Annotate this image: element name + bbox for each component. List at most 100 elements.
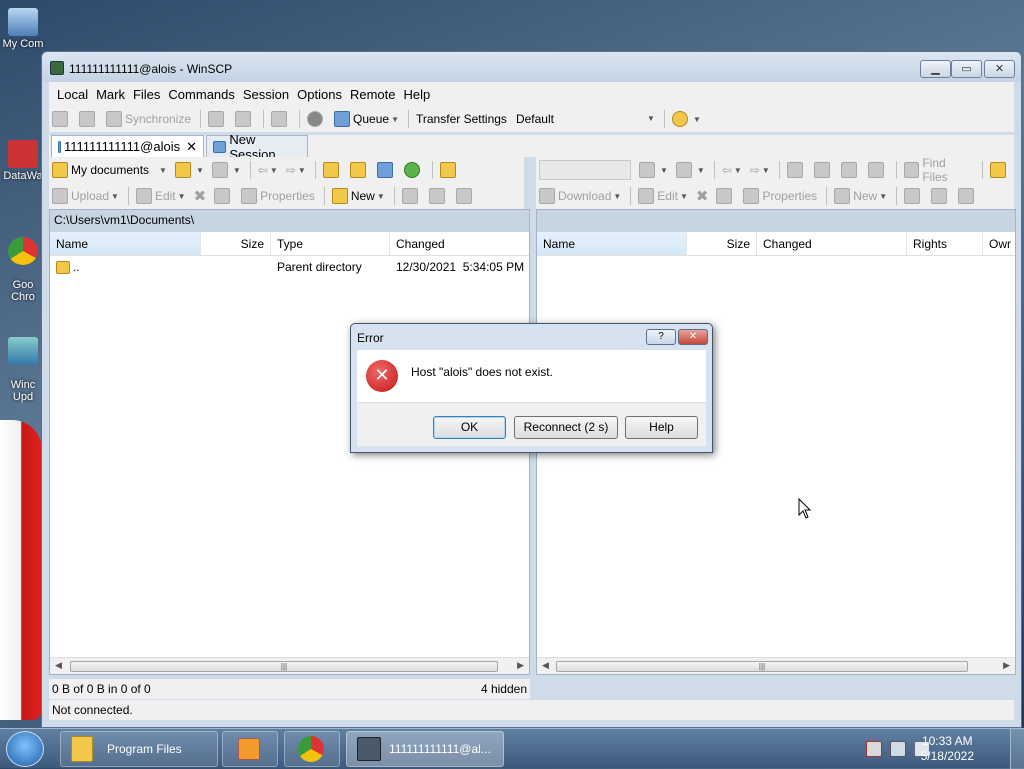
menu-help[interactable]: Help	[399, 87, 434, 102]
local-edit-button[interactable]: Edit ▼	[133, 185, 189, 207]
synchronize-button[interactable]: Synchronize	[103, 108, 194, 130]
taskbar-item-program-files[interactable]: Program Files	[60, 731, 218, 767]
synchronize-browsing-button[interactable]	[76, 108, 101, 130]
dialog-help-button[interactable]: ?	[646, 329, 676, 345]
hidden-files-count[interactable]: 4 hidden	[481, 682, 527, 696]
local-new-button[interactable]: New ▼	[329, 185, 388, 207]
local-properties-button[interactable]: Properties	[238, 185, 318, 207]
desktop-icon-datawa[interactable]: DataWa	[0, 140, 46, 182]
close-button[interactable]: ✕	[984, 60, 1015, 78]
local-delete-button[interactable]: ✖	[191, 185, 210, 207]
reconnect-button[interactable]: Reconnect (2 s)	[514, 416, 618, 439]
local-open-folder-button[interactable]: ▼	[172, 159, 207, 181]
remote-location-dropdown[interactable]	[536, 159, 634, 181]
remote-refresh-button[interactable]	[865, 159, 890, 181]
column-changed[interactable]: Changed	[390, 232, 529, 255]
taskbar-item-chrome[interactable]	[284, 731, 340, 767]
help-button[interactable]: Help	[625, 416, 698, 439]
upload-button[interactable]: Upload ▼	[49, 185, 122, 207]
remote-parent-dir-button[interactable]	[784, 159, 809, 181]
local-root-dir-button[interactable]	[347, 159, 372, 181]
transfer-profile-button[interactable]: ▼	[669, 108, 704, 130]
putty-button[interactable]	[232, 108, 257, 130]
scroll-left-icon[interactable]: ◀	[542, 660, 549, 671]
remote-properties-button[interactable]: Properties	[740, 185, 820, 207]
local-home-button[interactable]	[374, 159, 399, 181]
remote-forward-button[interactable]: ⇨ ▼	[747, 159, 773, 181]
preferences-button[interactable]	[304, 108, 329, 130]
remote-select-button[interactable]	[901, 185, 926, 207]
remote-root-dir-button[interactable]	[811, 159, 836, 181]
file-row[interactable]: .. Parent directory 12/30/2021 5:34:05 P…	[50, 256, 529, 278]
tab-new-session[interactable]: New Session	[206, 132, 308, 162]
local-rename-button[interactable]	[211, 185, 236, 207]
remote-back-button[interactable]: ⇦ ▼	[719, 159, 745, 181]
remote-edit-button[interactable]: Edit ▼	[635, 185, 691, 207]
column-name[interactable]: Name	[537, 232, 687, 255]
scrollbar-thumb[interactable]: |||	[70, 661, 498, 672]
action-center-flag-icon[interactable]	[866, 741, 882, 757]
scroll-right-icon[interactable]: ▶	[517, 660, 524, 671]
compare-button[interactable]	[49, 108, 74, 130]
console-button[interactable]	[205, 108, 230, 130]
minimize-button[interactable]: ▁	[920, 60, 951, 78]
column-changed[interactable]: Changed	[757, 232, 907, 255]
filter-button[interactable]	[268, 108, 293, 130]
menu-session[interactable]: Session	[239, 87, 293, 102]
desktop-icon-google-chrome[interactable]: Goo Chro	[0, 225, 46, 303]
menu-files[interactable]: Files	[129, 87, 164, 102]
remote-rename-button[interactable]	[713, 185, 738, 207]
remote-open-folder-button[interactable]: ▼	[636, 159, 671, 181]
remote-unselect-button[interactable]	[928, 185, 953, 207]
remote-filter-button[interactable]: ▼	[673, 159, 708, 181]
remote-new-button[interactable]: New ▼	[831, 185, 890, 207]
network-icon[interactable]	[890, 741, 906, 757]
local-back-button[interactable]: ⇦ ▼	[255, 159, 281, 181]
title-bar[interactable]: 111111111111@alois - WinSCP ▁ ▭ ✕	[42, 52, 1021, 82]
maximize-button[interactable]: ▭	[951, 60, 982, 78]
local-forward-button[interactable]: ⇨ ▼	[283, 159, 309, 181]
dialog-close-button[interactable]: ✕	[678, 329, 708, 345]
local-location-dropdown[interactable]: My documents ▼	[49, 159, 170, 181]
taskbar-item-winscp[interactable]: 111111111111@al...	[346, 731, 504, 767]
dialog-title-bar[interactable]: Error ? ✕	[351, 324, 712, 350]
column-type[interactable]: Type	[271, 232, 390, 255]
remote-select-all-button[interactable]	[955, 185, 980, 207]
menu-local[interactable]: Local	[53, 87, 92, 102]
scrollbar-thumb[interactable]: |||	[556, 661, 968, 672]
local-horizontal-scrollbar[interactable]: ◀ ||| ▶	[50, 657, 529, 674]
column-size[interactable]: Size	[687, 232, 757, 255]
menu-options[interactable]: Options	[293, 87, 346, 102]
desktop-icon-windows-update[interactable]: Winc Upd	[0, 325, 46, 403]
local-filter-button[interactable]: ▼	[209, 159, 244, 181]
column-owner[interactable]: Owr	[983, 232, 1015, 255]
system-clock[interactable]: 10:33 AM 5/18/2022	[921, 734, 974, 764]
local-select-all-button[interactable]	[453, 185, 478, 207]
local-select-button[interactable]	[399, 185, 424, 207]
local-parent-dir-button[interactable]	[320, 159, 345, 181]
menu-commands[interactable]: Commands	[164, 87, 238, 102]
menu-mark[interactable]: Mark	[92, 87, 129, 102]
tab-close-icon[interactable]: ✕	[186, 139, 197, 155]
download-button[interactable]: Download ▼	[536, 185, 624, 207]
scroll-left-icon[interactable]: ◀	[55, 660, 62, 671]
show-desktop-button[interactable]	[1010, 729, 1024, 769]
local-refresh-button[interactable]	[401, 159, 426, 181]
local-tree-button[interactable]	[437, 159, 462, 181]
queue-button[interactable]: Queue ▼	[331, 108, 402, 130]
start-button[interactable]	[6, 731, 44, 767]
column-rights[interactable]: Rights	[907, 232, 983, 255]
remote-home-button[interactable]	[838, 159, 863, 181]
desktop-icon-my-computer[interactable]: My Com	[0, 8, 46, 50]
local-unselect-button[interactable]	[426, 185, 451, 207]
find-files-button[interactable]: Find Files	[901, 156, 976, 184]
remote-horizontal-scrollbar[interactable]: ◀ ||| ▶	[537, 657, 1015, 674]
remote-tree-button[interactable]	[987, 159, 1012, 181]
ok-button[interactable]: OK	[433, 416, 506, 439]
taskbar-item-media-player[interactable]	[222, 731, 278, 767]
column-size[interactable]: Size	[201, 232, 271, 255]
column-name[interactable]: Name	[50, 232, 201, 255]
tab-session-alois[interactable]: 111111111111@alois ✕	[51, 135, 204, 157]
transfer-settings-dropdown[interactable]: Default ▼	[511, 109, 660, 129]
remote-delete-button[interactable]: ✖	[693, 185, 712, 207]
